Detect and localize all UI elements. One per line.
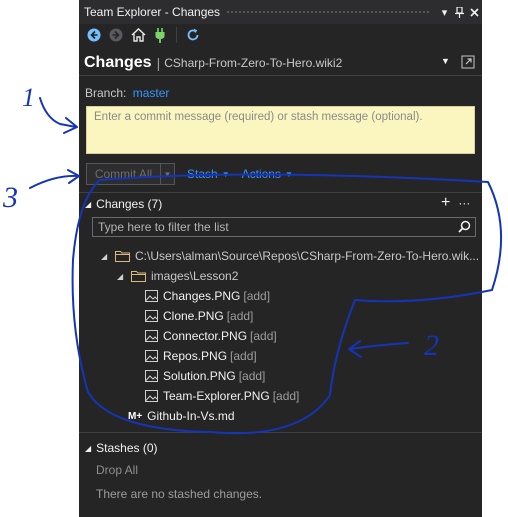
pin-icon[interactable] — [452, 2, 467, 22]
branch-link[interactable]: master — [133, 86, 170, 100]
commit-actions: Commit All ▼ Stash ▼ Actions ▼ — [86, 163, 476, 185]
commit-dropdown-button[interactable]: ▼ — [160, 163, 175, 185]
branch-row: Branch: master — [85, 86, 169, 100]
section-divider — [79, 192, 482, 193]
changes-header-label: Changes (7) — [96, 197, 163, 211]
filter-input[interactable]: Type here to filter the list — [92, 217, 476, 237]
chevron-down-icon: ▼ — [221, 169, 230, 179]
annotation-arrow-1 — [39, 97, 78, 134]
section-divider — [79, 432, 482, 433]
file-row[interactable]: Team-Explorer.PNG [add] — [145, 386, 299, 406]
commit-message-input[interactable]: Enter a commit message (required) or sta… — [86, 106, 475, 154]
window-title: Team Explorer - Changes — [84, 5, 221, 19]
image-file-icon — [145, 390, 158, 402]
actions-button[interactable]: Actions ▼ — [242, 167, 293, 181]
subfolder-path: images\Lesson2 — [151, 269, 239, 283]
home-icon[interactable] — [129, 26, 147, 44]
file-name: Repos.PNG — [163, 349, 228, 363]
page-title: Changes — [84, 53, 152, 71]
annotation-number-1: 1 — [22, 83, 35, 112]
file-row[interactable]: Solution.PNG [add] — [145, 366, 265, 386]
folder-icon — [131, 270, 146, 282]
forward-icon[interactable] — [107, 26, 125, 44]
stashes-section-header[interactable]: ◢ Stashes (0) — [85, 441, 158, 455]
file-name: Connector.PNG — [163, 329, 248, 343]
image-file-icon — [145, 350, 158, 362]
stash-label: Stash — [187, 167, 218, 181]
stashes-header-label: Stashes (0) — [96, 441, 158, 455]
file-name: Changes.PNG — [163, 289, 241, 303]
file-row[interactable]: Changes.PNG [add] — [145, 286, 270, 306]
md-file-icon: M+ — [128, 410, 143, 422]
more-icon[interactable]: ··· — [458, 196, 470, 210]
file-name: Solution.PNG — [163, 369, 236, 383]
commit-all-button[interactable]: Commit All — [86, 163, 160, 185]
branch-label: Branch: — [85, 86, 127, 100]
md-file-row[interactable]: M+ Github-In-Vs.md — [128, 406, 235, 426]
file-row[interactable]: Repos.PNG [add] — [145, 346, 257, 366]
file-row[interactable]: Clone.PNG [add] — [145, 306, 253, 326]
toolbar — [79, 24, 482, 46]
tree-root-folder[interactable]: ◢ C:\Users\alman\Source\Repos\CSharp-Fro… — [101, 246, 479, 266]
drag-grip[interactable] — [226, 9, 431, 15]
tree-subfolder[interactable]: ◢ images\Lesson2 — [117, 266, 238, 286]
md-file-name: Github-In-Vs.md — [147, 409, 235, 423]
annotation-arrow-3 — [29, 169, 80, 189]
plus-icon[interactable]: + — [441, 195, 450, 211]
expand-triangle-icon[interactable]: ◢ — [117, 272, 127, 281]
refresh-icon[interactable] — [184, 26, 202, 44]
page-header: Changes | CSharp-From-Zero-To-Hero.wiki2… — [79, 50, 482, 76]
file-status: [add] — [272, 389, 300, 403]
drop-all-link[interactable]: Drop All — [96, 463, 138, 477]
repo-name: CSharp-From-Zero-To-Hero.wiki2 — [164, 55, 343, 70]
changes-section-header[interactable]: ◢ Changes (7) — [85, 197, 162, 211]
file-status: [add] — [226, 309, 254, 323]
actions-label: Actions — [241, 167, 281, 181]
stash-empty-message: There are no stashed changes. — [96, 487, 263, 501]
title-bar: Team Explorer - Changes ▾ — [79, 0, 482, 24]
filter-placeholder: Type here to filter the list — [98, 220, 229, 234]
expand-triangle-icon[interactable]: ◢ — [101, 252, 111, 261]
root-path: C:\Users\alman\Source\Repos\CSharp-From-… — [135, 249, 480, 263]
search-icon[interactable] — [458, 220, 471, 236]
toolbar-separator — [176, 27, 177, 43]
image-file-icon — [145, 310, 158, 322]
back-icon[interactable] — [85, 26, 103, 44]
file-status: [add] — [230, 349, 257, 363]
popout-icon[interactable] — [459, 52, 477, 72]
file-name: Clone.PNG — [163, 309, 224, 323]
file-status: [add] — [250, 329, 277, 343]
title-separator: | — [156, 54, 161, 71]
folder-icon — [115, 250, 130, 262]
file-status: [add] — [238, 369, 266, 383]
chevron-down-icon[interactable]: ▾ — [437, 2, 452, 22]
plug-icon[interactable] — [151, 26, 169, 44]
close-icon[interactable] — [467, 2, 482, 22]
team-explorer-panel: Team Explorer - Changes ▾ Changes | CSha… — [79, 0, 482, 517]
file-name: Team-Explorer.PNG — [163, 389, 270, 403]
changes-tools: + ··· — [441, 195, 470, 211]
collapse-triangle-icon[interactable]: ◢ — [85, 444, 91, 453]
file-row[interactable]: Connector.PNG [add] — [145, 326, 277, 346]
image-file-icon — [145, 370, 158, 382]
stash-button[interactable]: Stash ▼ — [187, 167, 230, 181]
page-dropdown-icon[interactable]: ▼ — [441, 56, 450, 66]
image-file-icon — [145, 330, 158, 342]
file-status: [add] — [243, 289, 271, 303]
chevron-down-icon: ▼ — [284, 169, 293, 179]
image-file-icon — [145, 290, 158, 302]
collapse-triangle-icon[interactable]: ◢ — [85, 200, 91, 209]
annotation-number-3: 3 — [2, 181, 18, 214]
